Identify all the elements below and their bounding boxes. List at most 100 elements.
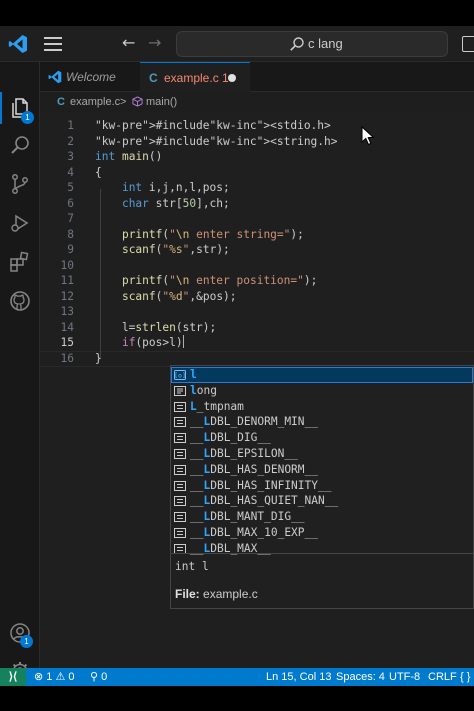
code-text: scanf("%s",str);	[121, 243, 230, 256]
suggest-file-name: example.c	[203, 587, 258, 601]
hamburger-menu-icon[interactable]	[44, 37, 62, 51]
suggestion-item[interactable]: __LDBL_HAS_DENORM__	[171, 462, 473, 478]
code-line[interactable]: 5 int i,j,n,l,pos;	[40, 180, 474, 196]
explorer-icon[interactable]: 1	[8, 96, 34, 124]
breadcrumb-separator: >	[120, 96, 127, 108]
suggestion-label: __LDBL_EPSILON__	[190, 447, 298, 460]
back-arrow-icon[interactable]: ←	[122, 33, 140, 53]
cursor-position[interactable]: Ln 15, Col 13	[266, 668, 331, 686]
code-line[interactable]: 8 printf("\n enter string=");	[40, 227, 474, 243]
eol-status[interactable]: CRLF	[428, 668, 457, 686]
suggest-file: File: example.c	[175, 587, 258, 601]
line-number: 3	[67, 150, 74, 163]
status-bar: ⟩⟨ ⊗ 1 ⚠ 0 ⚲ 0 Ln 15, Col 13 Spaces: 4 U…	[0, 668, 474, 686]
line-number: 5	[67, 181, 74, 194]
accounts-badge: 1	[20, 635, 33, 648]
line-number: 6	[67, 196, 74, 210]
unsaved-dot-icon[interactable]	[228, 74, 236, 82]
code-line[interactable]: 15 if(pos>l)	[40, 335, 474, 351]
constant-icon	[174, 417, 186, 428]
suggest-signature: int l	[175, 560, 209, 573]
vscode-logo-icon	[48, 70, 62, 84]
layout-toggle-icon[interactable]	[462, 36, 474, 52]
vscode-window: ← → c lang 1 1 Welcome C example.c 1 C e…	[0, 26, 474, 686]
code-line[interactable]: 4{	[40, 165, 474, 181]
source-control-icon[interactable]	[8, 172, 32, 196]
github-icon[interactable]	[8, 289, 32, 313]
breadcrumb-file[interactable]: example.c	[70, 92, 120, 112]
run-debug-icon[interactable]	[8, 211, 32, 235]
code-line[interactable]: 9 scanf("%s",str);	[40, 242, 474, 258]
title-bar: ← → c lang	[0, 26, 474, 62]
suggestion-label: __LDBL_DENORM_MIN__	[190, 415, 319, 429]
code-text: l=strlen(str);	[95, 320, 217, 334]
suggestion-label: __LDBL_MAX_10_EXP__	[190, 526, 319, 539]
line-number: 9	[67, 243, 74, 256]
suggest-details: int l File: example.c	[171, 553, 473, 608]
c-file-icon: C	[57, 96, 65, 108]
suggestion-item[interactable]: long	[171, 383, 473, 399]
problems-status[interactable]: ⊗ 1 ⚠ 0	[34, 668, 75, 686]
forward-arrow-icon[interactable]: →	[148, 33, 166, 53]
suggestion-item[interactable]: __LDBL_MAX_10_EXP__	[171, 525, 473, 541]
code-line[interactable]: 7	[40, 211, 474, 227]
code-line[interactable]: 13	[40, 304, 474, 320]
suggestion-item[interactable]: __LDBL_HAS_QUIET_NAN__	[171, 493, 473, 509]
suggestion-item[interactable]: [o] l	[171, 367, 473, 383]
search-text: c lang	[308, 36, 343, 51]
command-center-search[interactable]: c lang	[176, 31, 448, 57]
constant-icon	[174, 464, 186, 475]
suggestion-label: __LDBL_DIG__	[190, 431, 271, 445]
code-line[interactable]: 1 "kw-pre">#include"kw-inc"><stdio.h>	[40, 118, 474, 134]
ports-count: 0	[101, 671, 108, 683]
code-text: printf("\n enter string=");	[121, 227, 304, 241]
code-line[interactable]: 10	[40, 258, 474, 274]
mouse-pointer-icon	[361, 126, 375, 146]
code-line[interactable]: 6 char str[50],ch;	[40, 196, 474, 212]
active-indicator	[0, 92, 2, 124]
extensions-icon[interactable]	[8, 250, 32, 274]
tab-welcome[interactable]: Welcome	[40, 62, 140, 92]
error-icon: ⊗	[34, 671, 44, 683]
constant-icon	[174, 449, 186, 459]
code-line[interactable]: 3 int main()	[40, 149, 474, 165]
editor-tabs: Welcome C example.c 1	[40, 62, 474, 92]
suggestion-item[interactable]: L_tmpnam	[171, 399, 473, 415]
suggestion-label: __LDBL_HAS_DENORM__	[190, 462, 319, 476]
variable-icon: [o]	[174, 370, 186, 380]
code-text: if(pos>l)	[121, 335, 184, 349]
tab-example-c[interactable]: C example.c 1	[140, 62, 250, 92]
suggestion-label: __LDBL_HAS_QUIET_NAN__	[190, 494, 339, 508]
suggestion-item[interactable]: __LDBL_EPSILON__	[171, 446, 473, 462]
encoding-status[interactable]: UTF-8	[389, 668, 420, 686]
search-view-icon[interactable]	[8, 133, 32, 157]
breadcrumb-symbol[interactable]: main()	[146, 92, 177, 112]
remote-indicator[interactable]: ⟩⟨	[0, 668, 26, 686]
code-text: int main()	[95, 150, 163, 163]
accounts-icon[interactable]: 1	[8, 621, 33, 648]
ports-status[interactable]: ⚲ 0	[90, 668, 107, 686]
antenna-icon: ⚲	[90, 671, 99, 683]
indentation-status[interactable]: Spaces: 4	[336, 668, 385, 686]
suggestion-item[interactable]: __LDBL_DIG__	[171, 430, 473, 446]
language-braces-status[interactable]: { }	[460, 668, 470, 686]
code-text: scanf("%d",&pos);	[121, 289, 237, 303]
activity-bar: 1 1	[0, 62, 40, 680]
code-line[interactable]: 16}	[40, 351, 474, 367]
line-number: 4	[67, 165, 74, 179]
code-line[interactable]: 14 l=strlen(str);	[40, 320, 474, 336]
code-line[interactable]: 12 scanf("%d",&pos);	[40, 289, 474, 305]
constant-icon	[174, 433, 186, 444]
suggest-file-label: File:	[175, 587, 200, 601]
warning-count: 0	[68, 671, 75, 683]
line-number: 14	[60, 320, 74, 334]
code-line[interactable]: 2 "kw-pre">#include"kw-inc"><string.h>	[40, 134, 474, 150]
suggestion-item[interactable]: __LDBL_HAS_INFINITY__	[171, 478, 473, 494]
suggestion-item[interactable]: __LDBL_MANT_DIG__	[171, 509, 473, 525]
line-number: 7	[67, 212, 74, 225]
code-line[interactable]: 11 printf("\n enter position=");	[40, 273, 474, 289]
suggestion-item[interactable]: __LDBL_DENORM_MIN__	[171, 414, 473, 430]
suggestion-label: l	[190, 368, 197, 381]
method-cube-icon	[132, 96, 143, 107]
line-number: 8	[67, 227, 74, 241]
